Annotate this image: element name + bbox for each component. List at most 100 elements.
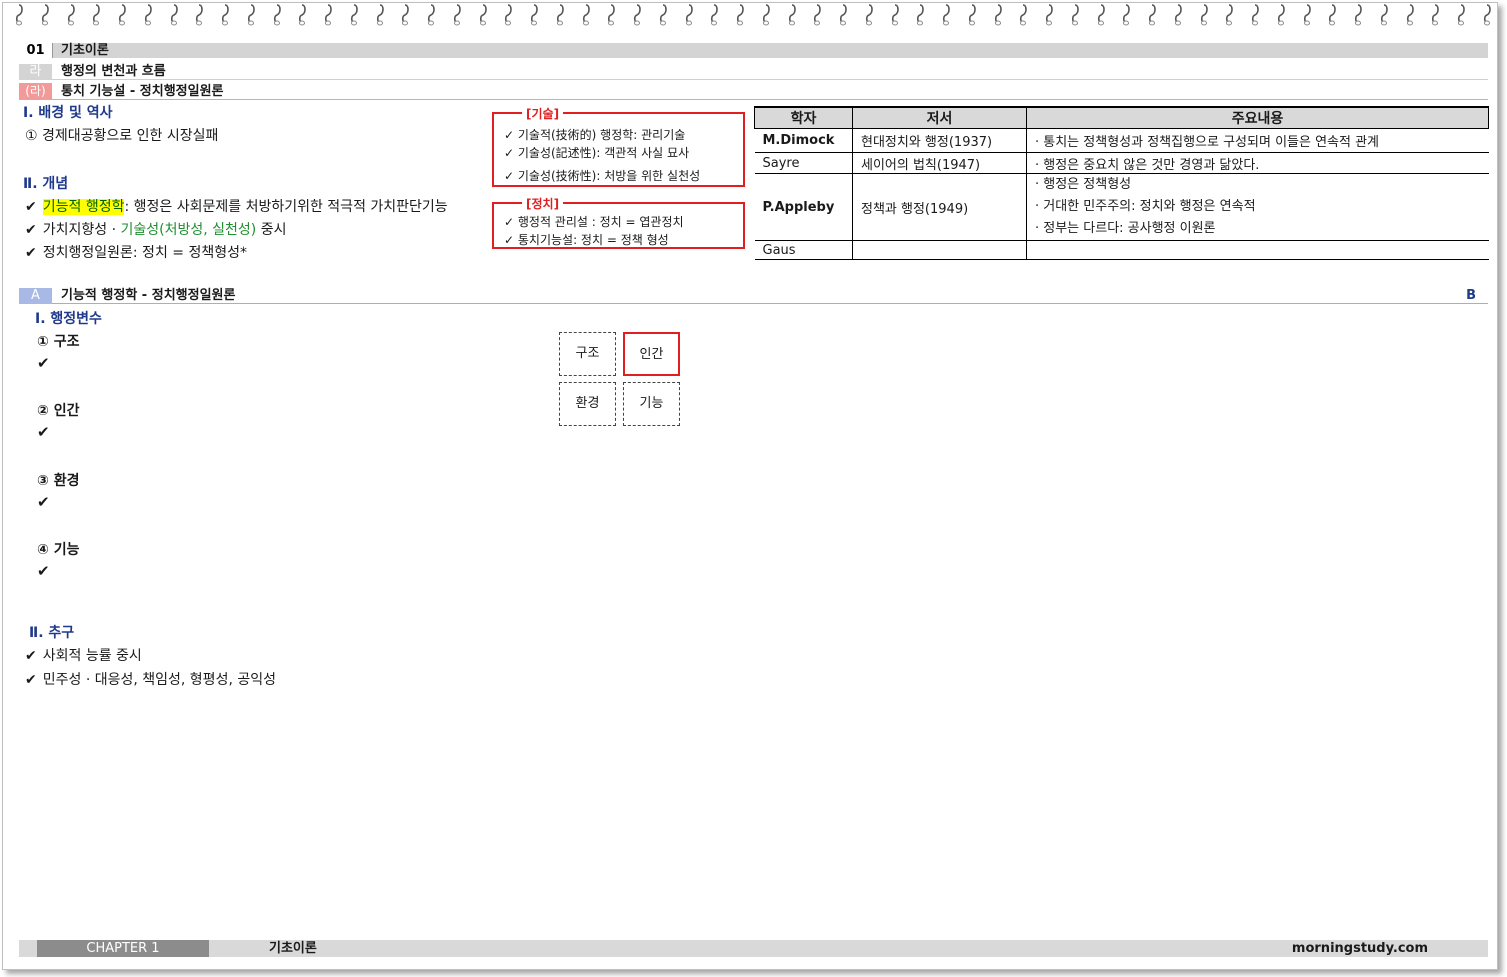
table-row: Sayre 세이어의 법칙(1947) · 행정은 중요치 않은 것만 경영과 … <box>754 152 1489 174</box>
spiral-ring-icon <box>142 3 154 27</box>
check-icon: ✔ <box>37 562 50 580</box>
spiral-ring-icon <box>734 3 746 27</box>
spiral-ring-icon <box>811 3 823 27</box>
spiral-ring-icon <box>1326 3 1338 27</box>
footer-title: 기초이론 <box>269 941 317 956</box>
spiral-ring-icon <box>477 3 489 27</box>
content-line: · 정부는 다르다: 공사행정 이원론 <box>1035 221 1216 236</box>
cell-content: · 행정은 정책형성 · 거대한 민주주의: 정치와 행정은 연속적 · 정부는… <box>1026 173 1489 241</box>
section-header-bar: 라 행정의 변천과 흐름 <box>19 64 1488 80</box>
tech-note-box: [기술] ✓ 기술적(技術的) 행정학: 관리기술 ✓ 기술성(記述性): 객관… <box>492 105 745 187</box>
spiral-ring-icon <box>683 3 695 27</box>
cell-book: 현대정치와 행정(1937) <box>852 128 1027 153</box>
spiral-ring-icon <box>322 3 334 27</box>
spiral-ring-icon <box>1404 3 1416 27</box>
table-header: 학자 <box>754 106 853 129</box>
spiral-ring-icon <box>1223 3 1235 27</box>
concept-item-1: ✔ 기능적 행정학: 행정은 사회문제를 처방하기위한 적극적 가치판단기능 <box>25 196 448 216</box>
section-a-title: 기능적 행정학 - 정치행정일원론 <box>61 288 236 303</box>
chapter-title: 기초이론 <box>61 43 109 58</box>
section-b-marker: B <box>1466 288 1476 303</box>
cell-book <box>852 240 1027 260</box>
spiral-ring-icon <box>1043 3 1055 27</box>
spiral-ring-icon <box>1429 3 1441 27</box>
politics-note-row: ✓ 통치기능설: 정치 = 정책 형성 <box>504 233 669 247</box>
tech-note-caption: [기술] <box>522 105 564 122</box>
spiral-ring-icon <box>90 3 102 27</box>
background-item: ① 경제대공황으로 인한 시장실패 <box>25 128 219 144</box>
politics-note-row: ✓ 행정적 관리설 : 정치 = 엽관정치 <box>504 215 684 229</box>
check-icon: ✔ <box>25 222 37 238</box>
spiral-ring-icon <box>65 3 77 27</box>
spiral-ring-icon <box>245 3 257 27</box>
check-icon: ✔ <box>25 672 37 688</box>
spiral-ring-icon <box>1481 3 1493 27</box>
section-a-tag: A <box>19 288 52 304</box>
chapter-number: 01 <box>19 43 53 58</box>
concept-text-2a: 가치지향성 · <box>42 222 121 238</box>
spiral-ring-icon <box>786 3 798 27</box>
politics-note-caption: [정치] <box>522 195 564 212</box>
spiral-ring-icon <box>219 3 231 27</box>
variable-label: ① 구조 <box>37 334 80 350</box>
section-title: 행정의 변천과 흐름 <box>61 64 166 79</box>
spiral-ring-icon <box>966 3 978 27</box>
concept-text-2b: 중시 <box>256 222 287 238</box>
variable-box: 구조 <box>559 332 616 376</box>
table-row: M.Dimock 현대정치와 행정(1937) · 통치는 정책형성과 정책집행… <box>754 128 1489 153</box>
tech-note-row: ✓ 기술성(技術性): 처방을 위한 실천성 <box>504 169 701 183</box>
concept-text-3: 정치행정일원론: 정치 = 정책형성* <box>42 245 247 261</box>
table-row: P.Appleby 정책과 행정(1949) · 행정은 정책형성 · 거대한 … <box>754 173 1489 241</box>
spiral-ring-icon <box>348 3 360 27</box>
spiral-ring-icon <box>1146 3 1158 27</box>
spiral-ring-icon <box>296 3 308 27</box>
concept-item-2: ✔ 가치지향성 · 기술성(처방성, 실천성) 중시 <box>25 219 286 239</box>
spiral-binding <box>13 3 1493 31</box>
spiral-ring-icon <box>271 3 283 27</box>
spiral-ring-icon <box>708 3 720 27</box>
spiral-ring-icon <box>889 3 901 27</box>
spiral-ring-icon <box>837 3 849 27</box>
spiral-ring-icon <box>13 3 25 27</box>
spiral-ring-icon <box>1301 3 1313 27</box>
concept-item-3: ✔ 정치행정일원론: 정치 = 정책형성* <box>25 242 247 262</box>
spiral-ring-icon <box>1378 3 1390 27</box>
variable-label: ④ 기능 <box>37 542 80 558</box>
cell-content: · 통치는 정책형성과 정책집행으로 구성되며 이들은 연속적 관계 <box>1026 128 1489 153</box>
pursuit-item-1: ✔ 사회적 능률 중시 <box>25 645 142 665</box>
footer-chapter: CHAPTER 1 <box>37 940 209 957</box>
spiral-ring-icon <box>1275 3 1287 27</box>
highlight-term: 기능적 행정학 <box>42 199 125 215</box>
spiral-ring-icon <box>39 3 51 27</box>
subsection-header-bar: (라) 통치 기능설 - 정치행정일원론 <box>19 83 1488 100</box>
cell-content <box>1026 240 1489 260</box>
check-icon: ✔ <box>25 199 37 215</box>
table-row: Gaus <box>754 240 1489 260</box>
politics-note-box: [정치] ✓ 행정적 관리설 : 정치 = 엽관정치 ✓ 통치기능설: 정치 =… <box>492 195 745 249</box>
spiral-ring-icon <box>554 3 566 27</box>
spiral-ring-icon <box>1352 3 1364 27</box>
spiral-ring-icon <box>1198 3 1210 27</box>
spiral-ring-icon <box>168 3 180 27</box>
cell-scholar: P.Appleby <box>754 173 853 241</box>
pursuit-item-2: ✔ 민주성 · 대응성, 책임성, 형평성, 공익성 <box>25 669 276 689</box>
cell-book: 세이어의 법칙(1947) <box>852 152 1027 174</box>
notebook-page: 01 기초이론 라 행정의 변천과 흐름 (라) 통치 기능설 - 정치행정일원… <box>2 2 1498 970</box>
heading-pursuit: Ⅱ. 추구 <box>29 625 75 641</box>
heading-variables: Ⅰ. 행정변수 <box>35 311 102 327</box>
spiral-ring-icon <box>1017 3 1029 27</box>
tech-note-row: ✓ 기술적(技術的) 행정학: 관리기술 <box>504 128 686 142</box>
concept-text-1: : 행정은 사회문제를 처방하기위한 적극적 가치판단기능 <box>124 199 448 215</box>
spiral-ring-icon <box>1069 3 1081 27</box>
concept-text-2-green: 기술성(처방성, 실천성) <box>120 222 257 238</box>
spiral-ring-icon <box>1172 3 1184 27</box>
check-icon: ✔ <box>37 423 50 441</box>
section-a-header-bar: A 기능적 행정학 - 정치행정일원론 B <box>19 288 1488 304</box>
spiral-ring-icon <box>914 3 926 27</box>
spiral-ring-icon <box>193 3 205 27</box>
check-icon: ✔ <box>25 245 37 261</box>
cell-content: · 행정은 중요치 않은 것만 경영과 닮았다. <box>1026 152 1489 174</box>
heading-concept: Ⅱ. 개념 <box>23 176 69 192</box>
table-header: 저서 <box>852 106 1027 129</box>
pursuit-text-2: 민주성 · 대응성, 책임성, 형평성, 공익성 <box>42 672 276 688</box>
